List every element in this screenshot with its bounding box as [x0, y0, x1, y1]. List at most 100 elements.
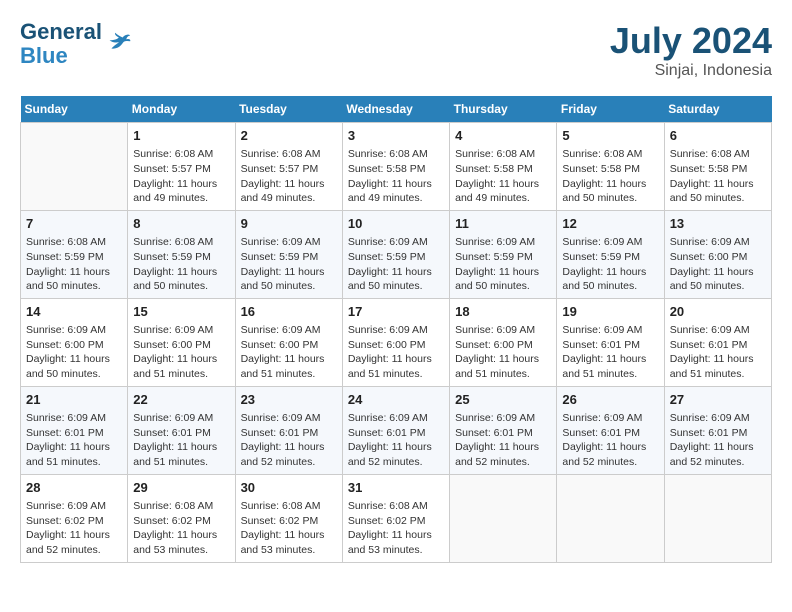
calendar-cell: 24Sunrise: 6:09 AMSunset: 6:01 PMDayligh… [342, 386, 449, 474]
day-details: Sunrise: 6:09 AMSunset: 6:01 PMDaylight:… [133, 411, 229, 470]
calendar-cell: 18 Sunrise: 6:09 AMSunset: 6:00 PMDayligh… [450, 298, 557, 386]
day-number: 3 [348, 127, 444, 145]
day-number: 22 [133, 391, 229, 409]
day-number: 8 [133, 215, 229, 233]
day-details: Sunrise: 6:08 AMSunset: 5:59 PMDaylight:… [26, 235, 122, 294]
day-number: 30 [241, 479, 337, 497]
calendar-cell: 29Sunrise: 6:08 AMSunset: 6:02 PMDayligh… [128, 474, 235, 562]
day-details: Sunrise: 6:09 AMSunset: 6:01 PMDaylight:… [455, 411, 551, 470]
calendar-header: SundayMondayTuesdayWednesdayThursdayFrid… [21, 96, 772, 123]
calendar-cell: 2Sunrise: 6:08 AMSunset: 5:57 PMDaylight… [235, 123, 342, 211]
calendar-cell: 22 Sunrise: 6:09 AMSunset: 6:01 PMDayligh… [128, 386, 235, 474]
calendar-table: SundayMondayTuesdayWednesdayThursdayFrid… [20, 96, 772, 563]
calendar-cell: 7Sunrise: 6:08 AMSunset: 5:59 PMDaylight… [21, 210, 128, 298]
calendar-body: 1 Sunrise: 6:08 AMSunset: 5:57 PMDaylight… [21, 123, 772, 563]
day-details: Sunrise: 6:09 AMSunset: 6:00 PMDaylight:… [455, 323, 551, 382]
calendar-cell [450, 474, 557, 562]
week-row-5: 28Sunrise: 6:09 AMSunset: 6:02 PMDayligh… [21, 474, 772, 562]
day-details: Sunrise: 6:09 AMSunset: 6:01 PMDaylight:… [348, 411, 444, 470]
day-number: 13 [670, 215, 766, 233]
day-of-week-wednesday: Wednesday [342, 96, 449, 123]
calendar-cell: 1 Sunrise: 6:08 AMSunset: 5:57 PMDaylight… [128, 123, 235, 211]
calendar-cell [664, 474, 771, 562]
title-block: July 2024 Sinjai, Indonesia [610, 20, 772, 80]
day-details: Sunrise: 6:09 AMSunset: 5:59 PMDaylight:… [562, 235, 658, 294]
day-details: Sunrise: 6:08 AMSunset: 6:02 PMDaylight:… [133, 499, 229, 558]
calendar-cell: 3 Sunrise: 6:08 AMSunset: 5:58 PMDaylight… [342, 123, 449, 211]
week-row-1: 1 Sunrise: 6:08 AMSunset: 5:57 PMDaylight… [21, 123, 772, 211]
day-number: 5 [562, 127, 658, 145]
day-number: 14 [26, 303, 122, 321]
day-of-week-tuesday: Tuesday [235, 96, 342, 123]
day-number: 18 [455, 303, 551, 321]
day-details: Sunrise: 6:08 AMSunset: 5:58 PMDaylight:… [455, 147, 551, 206]
day-number: 20 [670, 303, 766, 321]
day-details: Sunrise: 6:09 AMSunset: 6:02 PMDaylight:… [26, 499, 122, 558]
day-details: Sunrise: 6:09 AMSunset: 6:01 PMDaylight:… [562, 323, 658, 382]
day-number: 11 [455, 215, 551, 233]
calendar-cell: 25 Sunrise: 6:09 AMSunset: 6:01 PMDayligh… [450, 386, 557, 474]
day-details: Sunrise: 6:09 AMSunset: 6:01 PMDaylight:… [670, 411, 766, 470]
day-details: Sunrise: 6:08 AMSunset: 5:58 PMDaylight:… [348, 147, 444, 206]
calendar-cell: 16 Sunrise: 6:09 AMSunset: 6:00 PMDayligh… [235, 298, 342, 386]
day-number: 15 [133, 303, 229, 321]
day-number: 9 [241, 215, 337, 233]
calendar-cell: 31 Sunrise: 6:08 AMSunset: 6:02 PMDayligh… [342, 474, 449, 562]
calendar-cell: 27Sunrise: 6:09 AMSunset: 6:01 PMDayligh… [664, 386, 771, 474]
calendar-cell: 17Sunrise: 6:09 AMSunset: 6:00 PMDayligh… [342, 298, 449, 386]
day-details: Sunrise: 6:09 AMSunset: 5:59 PMDaylight:… [348, 235, 444, 294]
day-number: 17 [348, 303, 444, 321]
calendar-cell: 8 Sunrise: 6:08 AMSunset: 5:59 PMDaylight… [128, 210, 235, 298]
calendar-cell: 4Sunrise: 6:08 AMSunset: 5:58 PMDaylight… [450, 123, 557, 211]
calendar-cell: 11 Sunrise: 6:09 AMSunset: 5:59 PMDayligh… [450, 210, 557, 298]
day-details: Sunrise: 6:08 AMSunset: 6:02 PMDaylight:… [348, 499, 444, 558]
day-details: Sunrise: 6:09 AMSunset: 6:01 PMDaylight:… [670, 323, 766, 382]
calendar-cell: 30 Sunrise: 6:08 AMSunset: 6:02 PMDayligh… [235, 474, 342, 562]
day-details: Sunrise: 6:08 AMSunset: 5:58 PMDaylight:… [670, 147, 766, 206]
day-of-week-thursday: Thursday [450, 96, 557, 123]
day-details: Sunrise: 6:09 AMSunset: 5:59 PMDaylight:… [455, 235, 551, 294]
calendar-cell [21, 123, 128, 211]
day-details: Sunrise: 6:09 AMSunset: 6:01 PMDaylight:… [241, 411, 337, 470]
day-details: Sunrise: 6:08 AMSunset: 5:59 PMDaylight:… [133, 235, 229, 294]
calendar-cell: 6 Sunrise: 6:08 AMSunset: 5:58 PMDaylight… [664, 123, 771, 211]
calendar-cell: 14Sunrise: 6:09 AMSunset: 6:00 PMDayligh… [21, 298, 128, 386]
day-details: Sunrise: 6:09 AMSunset: 6:01 PMDaylight:… [26, 411, 122, 470]
week-row-4: 21 Sunrise: 6:09 AMSunset: 6:01 PMDayligh… [21, 386, 772, 474]
calendar-cell: 20 Sunrise: 6:09 AMSunset: 6:01 PMDayligh… [664, 298, 771, 386]
day-number: 26 [562, 391, 658, 409]
days-of-week-row: SundayMondayTuesdayWednesdayThursdayFrid… [21, 96, 772, 123]
day-details: Sunrise: 6:08 AMSunset: 5:58 PMDaylight:… [562, 147, 658, 206]
day-of-week-sunday: Sunday [21, 96, 128, 123]
day-details: Sunrise: 6:09 AMSunset: 6:00 PMDaylight:… [133, 323, 229, 382]
day-number: 31 [348, 479, 444, 497]
calendar-cell: 28Sunrise: 6:09 AMSunset: 6:02 PMDayligh… [21, 474, 128, 562]
day-details: Sunrise: 6:09 AMSunset: 6:00 PMDaylight:… [241, 323, 337, 382]
week-row-3: 14 Sunrise: 6:09 AMSunset: 6:00 PMDayligh… [21, 298, 772, 386]
day-details: Sunrise: 6:09 AMSunset: 6:00 PMDaylight:… [670, 235, 766, 294]
calendar-subtitle: Sinjai, Indonesia [610, 62, 772, 80]
calendar-cell: 5 Sunrise: 6:08 AMSunset: 5:58 PMDaylight… [557, 123, 664, 211]
logo-text: GeneralBlue [20, 20, 102, 68]
day-number: 12 [562, 215, 658, 233]
day-details: Sunrise: 6:09 AMSunset: 5:59 PMDaylight:… [241, 235, 337, 294]
calendar-cell: 10Sunrise: 6:09 AMSunset: 5:59 PMDayligh… [342, 210, 449, 298]
day-details: Sunrise: 6:08 AMSunset: 5:57 PMDaylight:… [133, 147, 229, 206]
day-of-week-monday: Monday [128, 96, 235, 123]
page-header: GeneralBlue July 2024 Sinjai, Indonesia [20, 20, 772, 80]
day-number: 19 [562, 303, 658, 321]
calendar-title: July 2024 [610, 20, 772, 62]
day-number: 25 [455, 391, 551, 409]
day-of-week-saturday: Saturday [664, 96, 771, 123]
logo: GeneralBlue [20, 20, 132, 68]
day-number: 6 [670, 127, 766, 145]
day-number: 16 [241, 303, 337, 321]
day-details: Sunrise: 6:08 AMSunset: 6:02 PMDaylight:… [241, 499, 337, 558]
week-row-2: 7Sunrise: 6:08 AMSunset: 5:59 PMDaylight… [21, 210, 772, 298]
day-number: 21 [26, 391, 122, 409]
day-details: Sunrise: 6:09 AMSunset: 6:01 PMDaylight:… [562, 411, 658, 470]
calendar-cell: 19 Sunrise: 6:09 AMSunset: 6:01 PMDayligh… [557, 298, 664, 386]
calendar-cell: 9 Sunrise: 6:09 AMSunset: 5:59 PMDaylight… [235, 210, 342, 298]
day-number: 1 [133, 127, 229, 145]
day-details: Sunrise: 6:08 AMSunset: 5:57 PMDaylight:… [241, 147, 337, 206]
